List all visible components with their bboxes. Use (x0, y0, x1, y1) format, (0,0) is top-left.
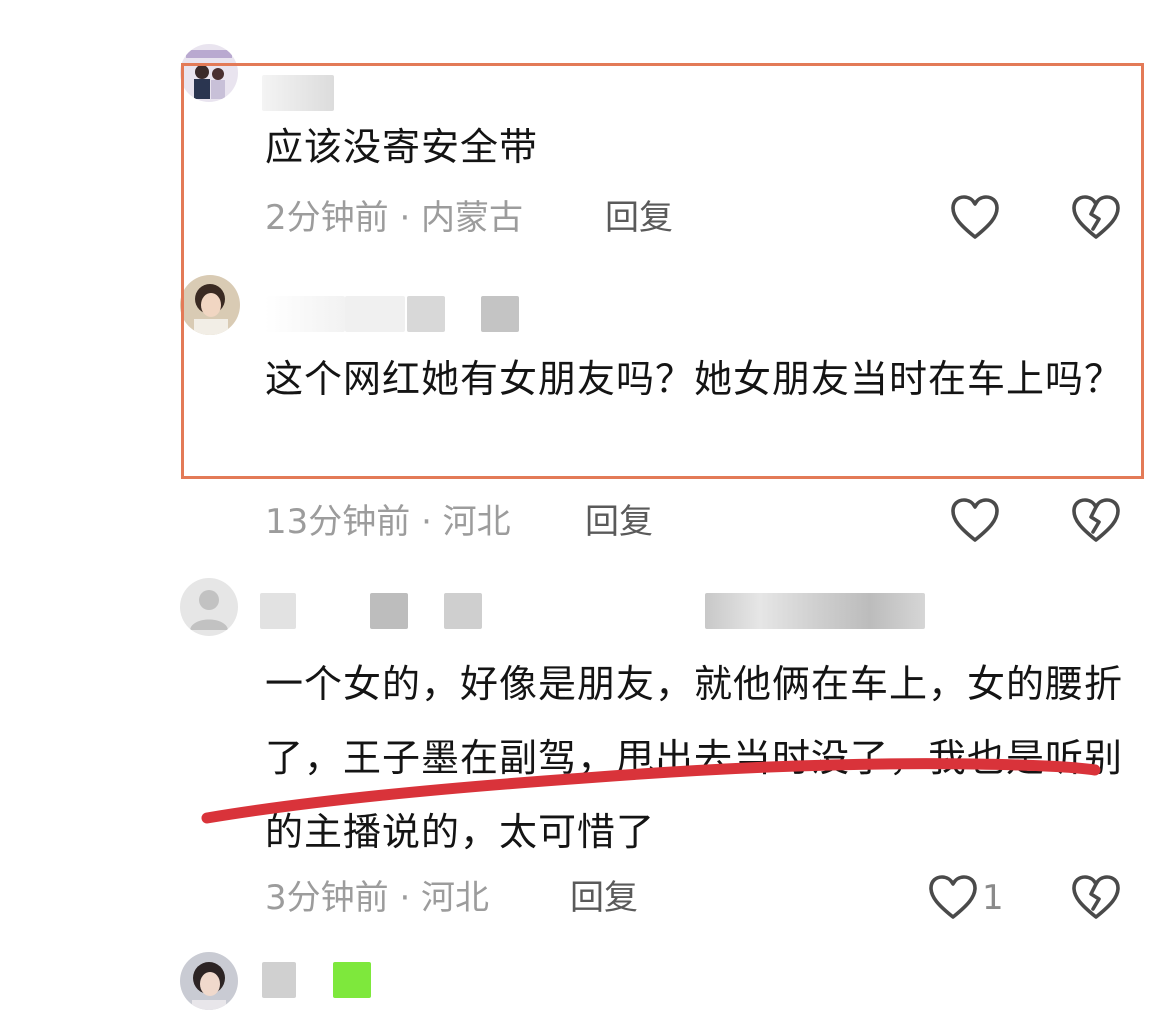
comment-time-location: 13分钟前 · 河北 (265, 502, 511, 542)
reply-button[interactable]: 回复 (570, 876, 638, 920)
blurred-username (260, 593, 296, 629)
blurred-username (345, 296, 405, 332)
blurred-username (262, 75, 334, 111)
default-avatar[interactable] (180, 578, 238, 636)
blurred-username (262, 962, 296, 998)
blurred-username (444, 593, 482, 629)
blurred-username (370, 593, 408, 629)
broken-heart-icon[interactable] (1071, 195, 1121, 241)
heart-outline-icon[interactable] (928, 875, 978, 921)
comment-text: 应该没寄安全带 (265, 125, 539, 169)
heart-outline-icon[interactable] (950, 498, 1000, 544)
broken-heart-icon[interactable] (1071, 875, 1121, 921)
commenter-avatar[interactable] (180, 952, 238, 1010)
comment-text: 这个网红她有女朋友吗？她女朋友当时在车上吗？ (265, 357, 1124, 401)
blurred-username (705, 593, 925, 629)
reply-button[interactable]: 回复 (605, 196, 673, 240)
user-badge (333, 962, 371, 998)
broken-heart-icon[interactable] (1071, 498, 1121, 544)
comment-text: 一个女的，好像是朋友，就他俩在车上，女的腰折了，王子墨在副驾，甩出去当时没了，我… (265, 662, 1124, 854)
comment-time-location: 3分钟前 · 河北 (265, 878, 490, 918)
commenter-avatar[interactable] (180, 275, 240, 335)
comment-time-location: 2分钟前 · 内蒙古 (265, 198, 524, 238)
like-count: 1 (982, 878, 1004, 918)
commenter-avatar[interactable] (180, 44, 238, 102)
blurred-username (265, 296, 345, 332)
heart-outline-icon[interactable] (950, 195, 1000, 241)
reply-button[interactable]: 回复 (585, 500, 653, 544)
blurred-username (407, 296, 445, 332)
blurred-username (481, 296, 519, 332)
